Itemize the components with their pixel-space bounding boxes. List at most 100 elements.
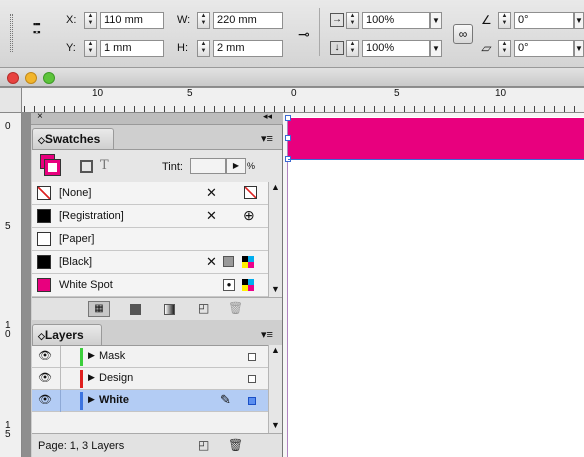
lock-cell[interactable] xyxy=(60,390,61,412)
list-item[interactable]: [Paper] xyxy=(32,228,268,251)
ruler-tick xyxy=(104,106,105,112)
scale-y-dropdown[interactable]: ▼ xyxy=(430,40,442,57)
layers-list: 👁 ▶ Mask 👁 ▶ Design 👁 ▶ White ✎ xyxy=(32,345,268,433)
close-window-button[interactable] xyxy=(7,72,19,84)
list-item[interactable]: [None] ✕ xyxy=(32,182,268,205)
shear-stepper[interactable]: ▲ ▼ xyxy=(498,40,511,57)
eye-icon[interactable]: 👁 xyxy=(38,393,52,406)
ruler-label: 5 xyxy=(394,88,400,99)
panel-menu-icon[interactable]: ▾≡ xyxy=(261,328,273,341)
shear-field[interactable]: 0° xyxy=(514,40,574,57)
layer-row[interactable]: 👁 ▶ Mask xyxy=(32,346,268,368)
new-layer-icon[interactable]: ◰ xyxy=(198,438,209,452)
scale-y-stepper[interactable]: ▲ ▼ xyxy=(346,40,359,57)
scroll-up-icon[interactable]: ▲ xyxy=(271,345,280,355)
new-color-group-icon[interactable]: ◰ xyxy=(198,301,209,315)
show-color-swatches-icon[interactable] xyxy=(130,304,141,315)
delete-layer-icon[interactable]: 🗑 xyxy=(228,438,243,452)
ruler-tick xyxy=(454,106,455,112)
scroll-down-icon[interactable]: ▼ xyxy=(271,284,280,294)
layer-row-selected[interactable]: 👁 ▶ White ✎ xyxy=(32,390,268,412)
ruler-tick xyxy=(344,106,345,112)
formatting-container-icon[interactable] xyxy=(80,160,93,173)
height-field[interactable]: 2 mm xyxy=(213,40,283,57)
collapse-icon[interactable]: ◂◂ xyxy=(263,111,272,122)
grip-handle[interactable] xyxy=(10,14,13,52)
ruler-origin[interactable] xyxy=(0,88,22,112)
close-icon[interactable]: × xyxy=(37,111,43,122)
scroll-down-icon[interactable]: ▼ xyxy=(271,420,280,430)
panel-menu-icon[interactable]: ▾≡ xyxy=(261,132,273,145)
x-stepper[interactable]: ▲ ▼ xyxy=(84,12,97,29)
eye-icon[interactable]: 👁 xyxy=(38,371,52,384)
zoom-window-button[interactable] xyxy=(43,72,55,84)
lock-cell[interactable] xyxy=(60,368,61,390)
list-item[interactable]: [Black] ✕ xyxy=(32,251,268,274)
shear-dropdown[interactable]: ▼ xyxy=(574,40,584,57)
x-position-field[interactable]: 110 mm xyxy=(100,12,164,29)
h-stepper[interactable]: ▲ ▼ xyxy=(197,40,210,57)
ruler-label: 0 xyxy=(291,88,297,99)
expand-triangle-icon[interactable]: ▶ xyxy=(88,394,95,405)
tint-slider-arrow[interactable]: ▶ xyxy=(226,158,246,174)
white-spot-swatch-icon xyxy=(37,278,51,292)
non-editable-icon: ✕ xyxy=(206,208,217,223)
reference-point-icon[interactable]: ▪▪▪ ▪▫▪ xyxy=(33,20,49,37)
cmyk-mode-icon xyxy=(242,279,254,291)
show-gradient-swatches-icon[interactable] xyxy=(164,304,175,315)
ruler-tick xyxy=(254,106,255,112)
scale-y-field[interactable]: 100% xyxy=(362,40,430,57)
ruler-tick xyxy=(334,106,335,112)
layers-footer: Page: 1, 3 Layers ◰ 🗑 xyxy=(32,433,282,457)
page-canvas[interactable] xyxy=(287,117,584,457)
ruler-tick xyxy=(174,106,175,112)
selection-handle[interactable] xyxy=(285,135,291,141)
scale-x-dropdown[interactable]: ▼ xyxy=(430,12,442,29)
rotate-stepper[interactable]: ▲ ▼ xyxy=(498,12,511,29)
layer-target-icon[interactable] xyxy=(248,397,256,405)
link-chain-icon[interactable]: ∞ xyxy=(453,24,473,44)
ruler-tick xyxy=(274,106,275,112)
layer-color-bar xyxy=(80,370,83,388)
minimize-window-button[interactable] xyxy=(25,72,37,84)
constrain-proportions-icon[interactable]: ⊸ xyxy=(298,26,310,43)
selection-edge xyxy=(288,159,584,160)
ruler-tick xyxy=(464,106,465,112)
swatches-scrollbar[interactable]: ▲ ▼ xyxy=(268,182,282,297)
tint-field[interactable] xyxy=(190,158,226,174)
layer-target-icon[interactable] xyxy=(248,375,256,383)
swatch-name: [None] xyxy=(59,187,92,199)
horizontal-ruler: 10 5 0 5 10 xyxy=(0,88,584,113)
layer-target-icon[interactable] xyxy=(248,353,256,361)
expand-triangle-icon[interactable]: ▶ xyxy=(88,372,95,383)
scale-x-field[interactable]: 100% xyxy=(362,12,430,29)
rotation-dropdown[interactable]: ▼ xyxy=(574,12,584,29)
ruler-tick xyxy=(394,106,395,112)
expand-triangle-icon[interactable]: ▶ xyxy=(88,350,95,361)
ruler-tick xyxy=(64,106,65,112)
y-position-field[interactable]: 1 mm xyxy=(100,40,164,57)
eye-icon[interactable]: 👁 xyxy=(38,349,52,362)
new-swatch-icon[interactable]: 🗑 xyxy=(228,301,243,315)
y-stepper[interactable]: ▲ ▼ xyxy=(84,40,97,57)
list-item[interactable]: White Spot ● xyxy=(32,274,268,297)
rotation-field[interactable]: 0° xyxy=(514,12,574,29)
list-item[interactable]: [Registration] ✕ ⊕ xyxy=(32,205,268,228)
swatches-tab[interactable]: ◇Swatches xyxy=(32,128,114,149)
stroke-swatch-icon[interactable] xyxy=(44,159,61,176)
selection-handle[interactable] xyxy=(285,115,291,121)
layer-name: Mask xyxy=(99,350,126,362)
scale-y-icon: ↓ xyxy=(330,41,344,55)
formatting-text-icon[interactable]: T xyxy=(100,158,109,173)
show-all-swatches-icon[interactable]: ▦ xyxy=(88,301,110,317)
width-field[interactable]: 220 mm xyxy=(213,12,283,29)
w-stepper[interactable]: ▲ ▼ xyxy=(197,12,210,29)
scroll-up-icon[interactable]: ▲ xyxy=(271,182,280,192)
layers-scrollbar[interactable]: ▲ ▼ xyxy=(268,345,282,433)
magenta-rectangle[interactable] xyxy=(288,118,584,159)
layer-row[interactable]: 👁 ▶ Design xyxy=(32,368,268,390)
scale-x-stepper[interactable]: ▲ ▼ xyxy=(346,12,359,29)
layers-tab[interactable]: ◇Layers xyxy=(32,324,102,345)
ruler-tick xyxy=(224,106,225,112)
lock-cell[interactable] xyxy=(60,346,61,368)
